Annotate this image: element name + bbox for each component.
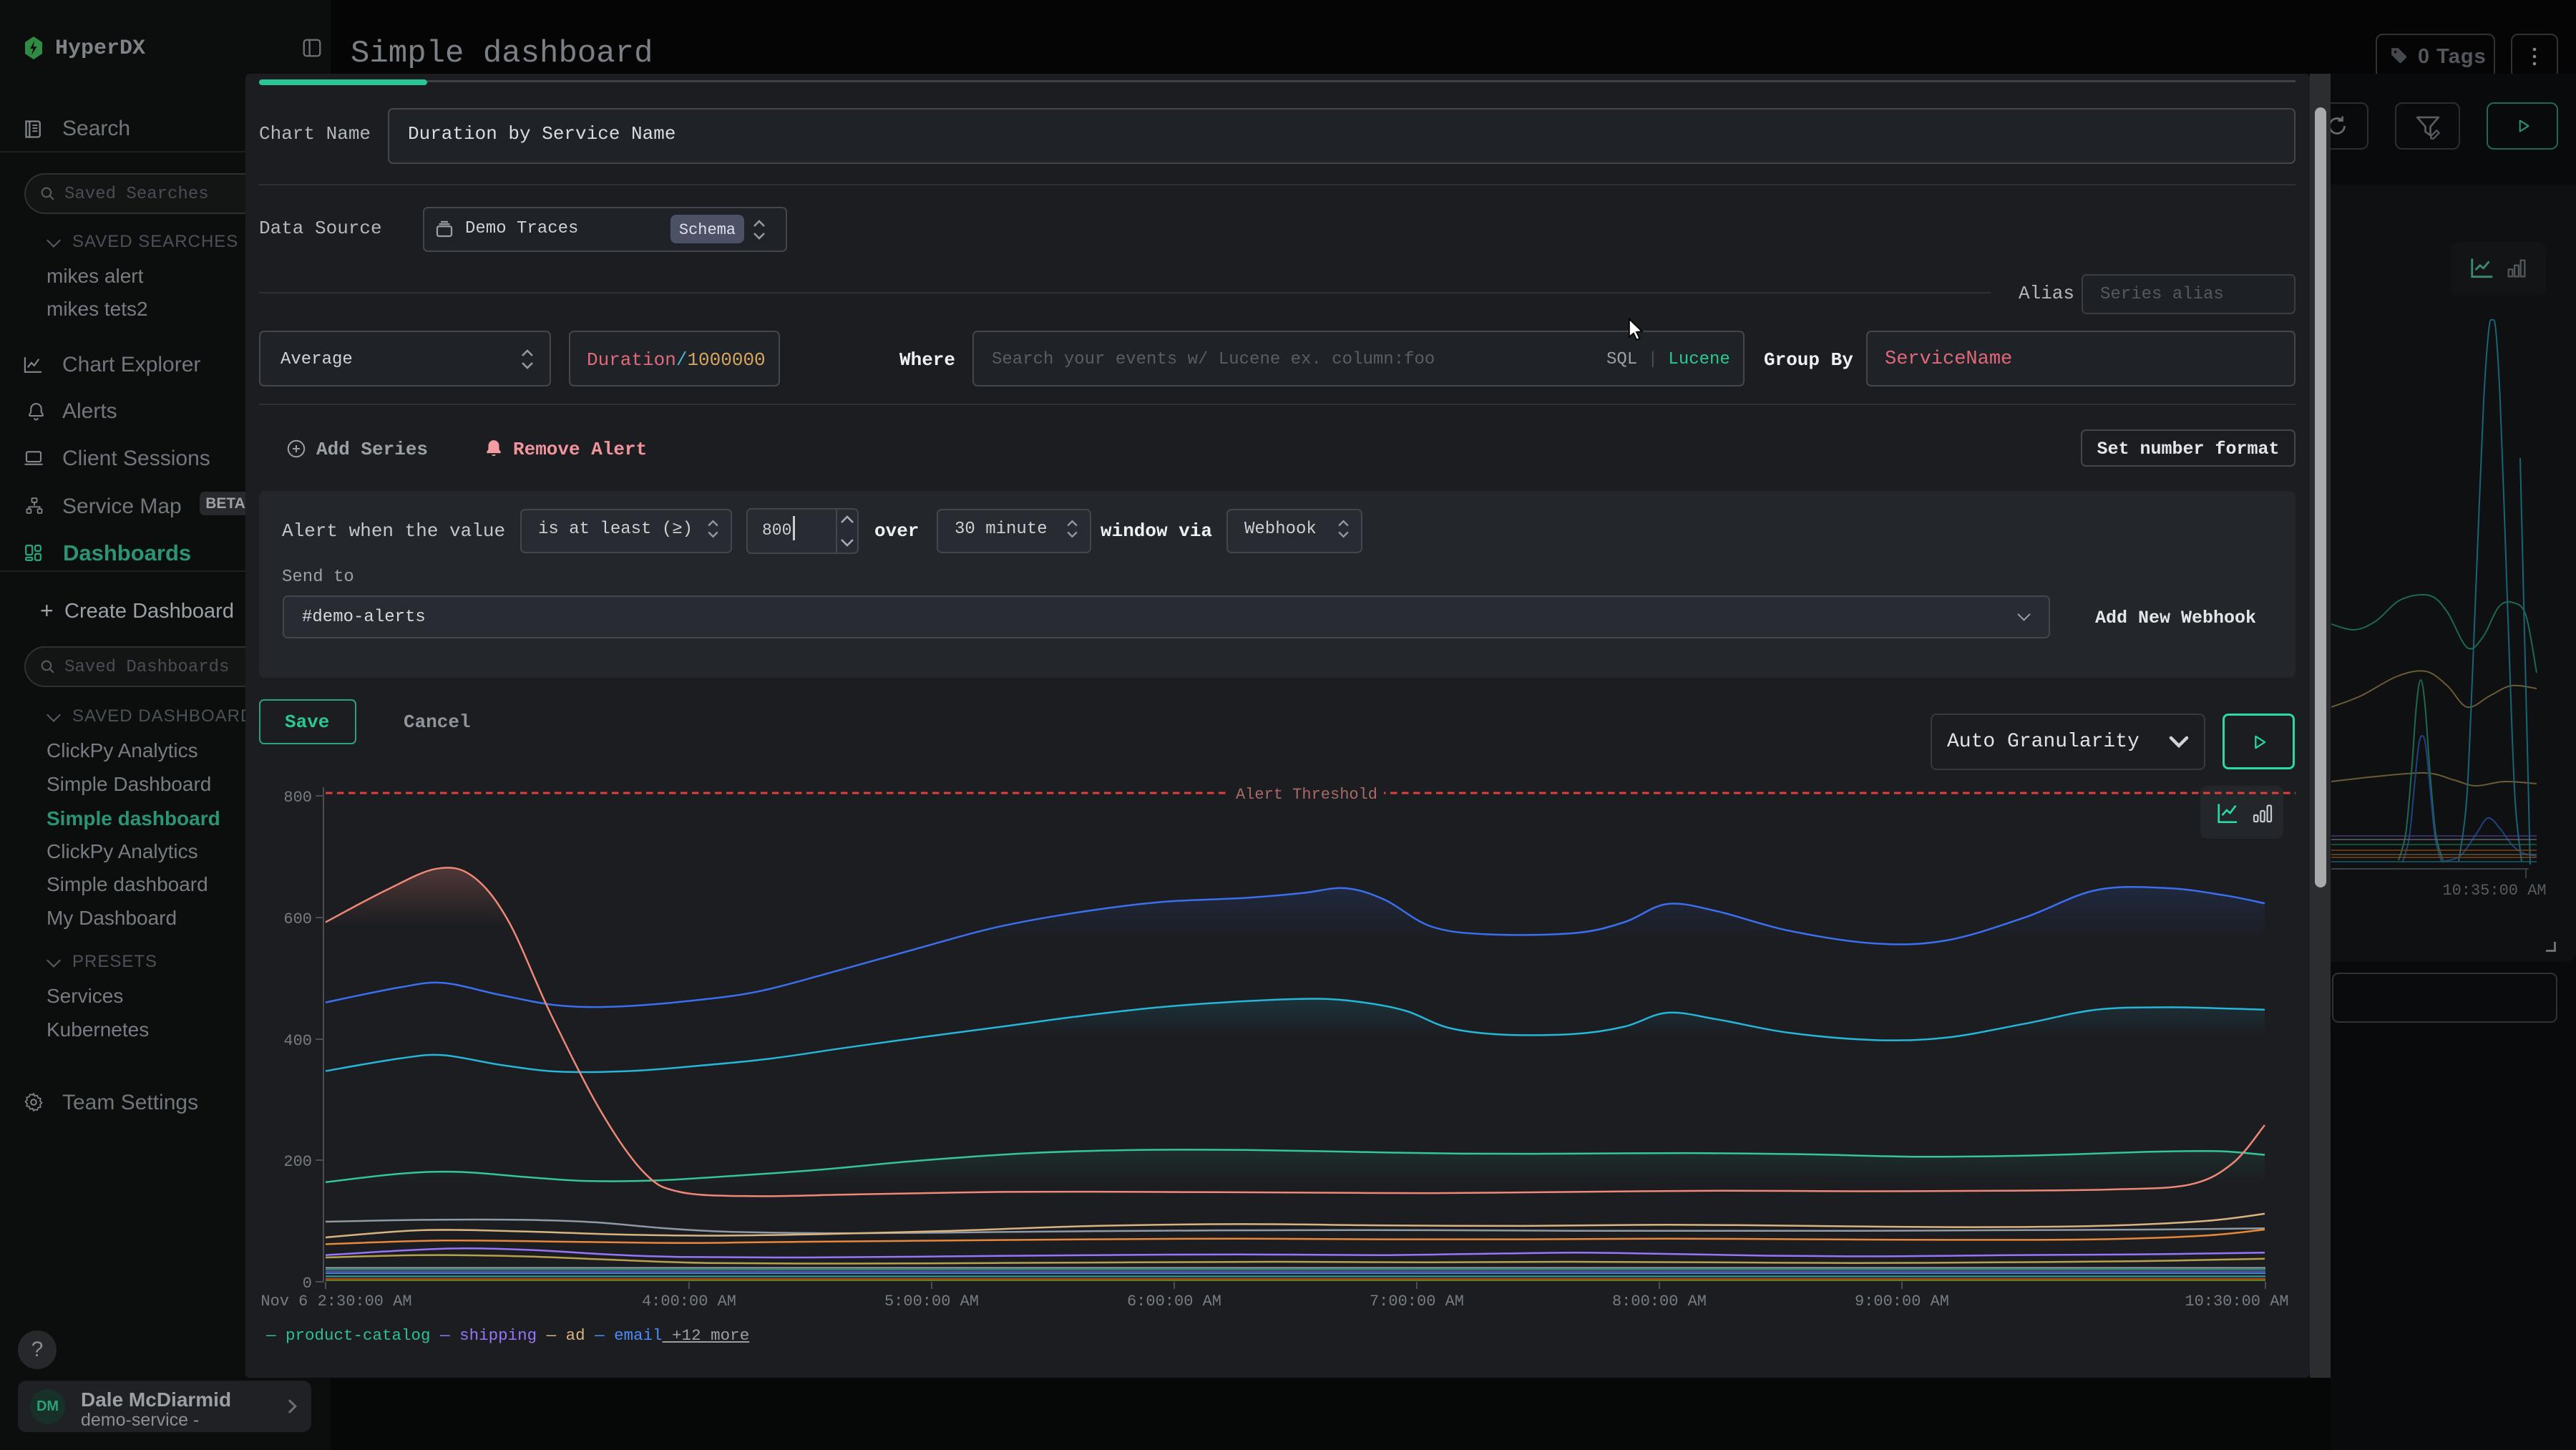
svg-text:10:30:00 AM: 10:30:00 AM [2185, 1293, 2288, 1310]
svg-text:400: 400 [283, 1032, 312, 1050]
svg-text:9:00:00 AM: 9:00:00 AM [1855, 1293, 1949, 1310]
svg-text:7:00:00 AM: 7:00:00 AM [1370, 1293, 1464, 1310]
svg-text:4:00:00 AM: 4:00:00 AM [642, 1293, 736, 1310]
svg-text:6:00:00 AM: 6:00:00 AM [1127, 1293, 1221, 1310]
svg-text:Nov 6 2:30:00 AM: Nov 6 2:30:00 AM [260, 1293, 411, 1310]
svg-text:800: 800 [283, 789, 312, 807]
svg-text:10:35:00 AM: 10:35:00 AM [2442, 882, 2546, 900]
svg-text:Alert Threshold: Alert Threshold [1236, 786, 1377, 804]
svg-text:600: 600 [283, 910, 312, 928]
svg-text:8:00:00 AM: 8:00:00 AM [1612, 1293, 1707, 1310]
svg-text:0: 0 [303, 1275, 312, 1293]
svg-text:5:00:00 AM: 5:00:00 AM [884, 1293, 979, 1310]
svg-text:200: 200 [283, 1153, 312, 1171]
